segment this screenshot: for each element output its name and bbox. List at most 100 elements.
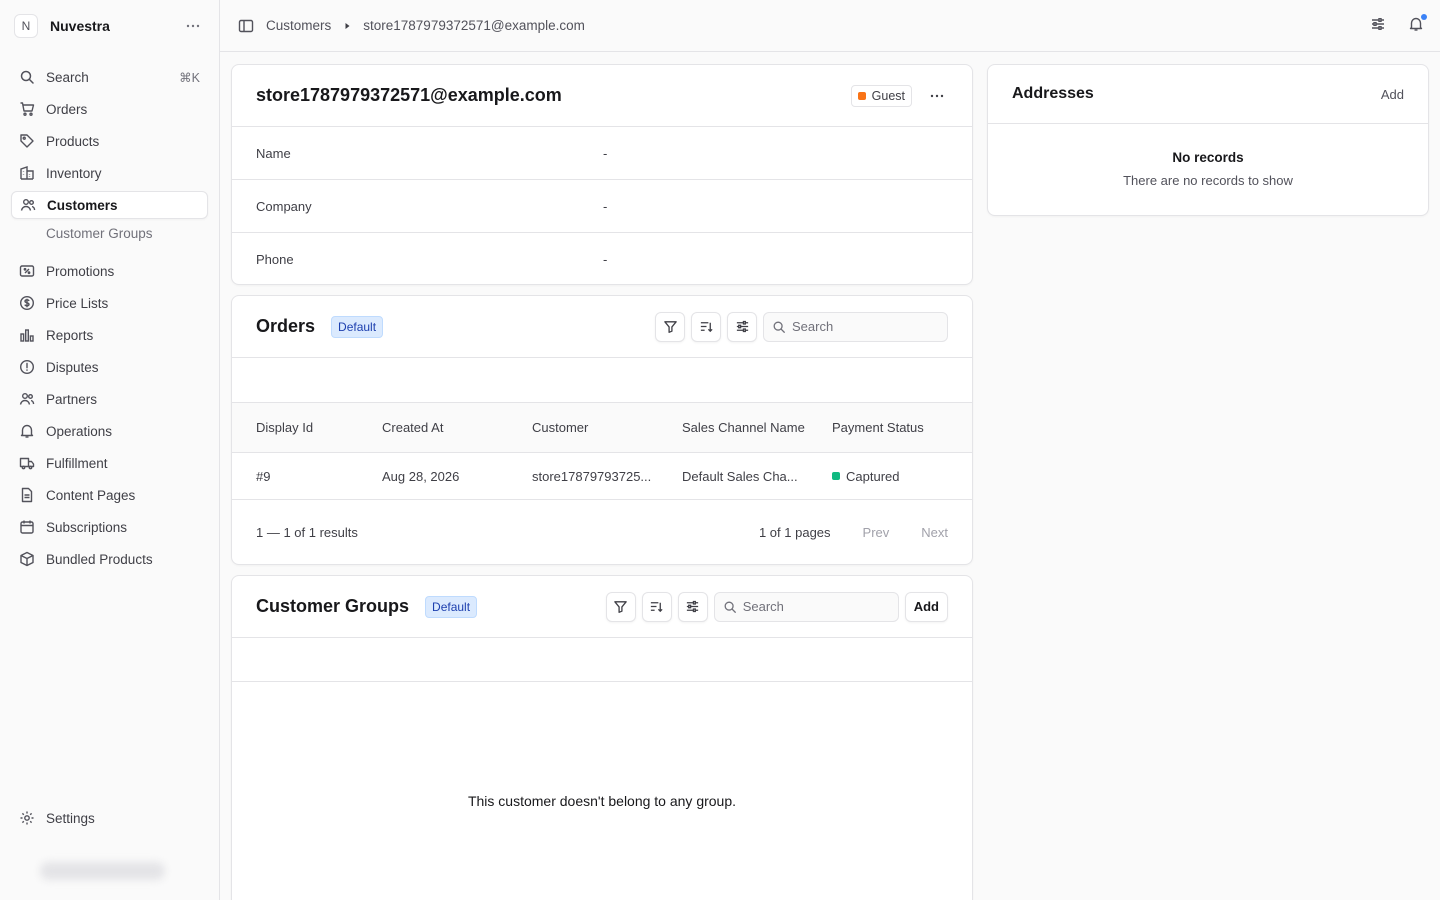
filter-bar [232, 357, 972, 402]
addresses-card: Addresses Add No records There are no re… [987, 64, 1429, 216]
payment-status-label: Captured [846, 468, 900, 484]
sidebar-item-partners[interactable]: Partners [11, 385, 208, 413]
sidebar-item-label: Orders [46, 101, 88, 117]
sidebar-item-label: Search [46, 69, 89, 85]
columns-button[interactable] [727, 311, 757, 342]
empty-text: There are no records to show [1123, 173, 1293, 188]
customer-groups-title: Customer Groups [256, 596, 410, 616]
orders-search [763, 311, 948, 342]
filter-button[interactable] [605, 591, 636, 622]
breadcrumb-current: store1787979372571@example.com [363, 18, 585, 33]
sidebar-item-bundled-products[interactable]: Bundled Products [11, 545, 208, 573]
sidebar-item-operations[interactable]: Operations [11, 417, 208, 445]
sidebar-item-price-lists[interactable]: Price Lists [11, 289, 208, 317]
search-icon [723, 600, 737, 614]
sidebar-item-settings[interactable]: Settings [11, 804, 209, 832]
addresses-title: Addresses [1012, 85, 1094, 102]
store-switcher[interactable]: N Nuvestra [0, 0, 219, 52]
notifications-bell-icon[interactable] [1408, 14, 1427, 32]
add-address-link[interactable]: Add [1381, 87, 1404, 102]
status-dot [857, 91, 866, 100]
orders-search-input[interactable] [792, 319, 932, 334]
sidebar-nav: Search ⌘K Orders Products Inventory Cust… [0, 52, 219, 573]
sidebar-item-orders[interactable]: Orders [11, 95, 208, 123]
add-group-button[interactable]: Add [904, 591, 948, 622]
prev-button[interactable]: Prev [863, 525, 890, 540]
sort-button[interactable] [691, 311, 721, 342]
field-value: - [603, 198, 608, 214]
cart-icon [19, 101, 35, 117]
sidebar-item-label: Promotions [46, 263, 115, 279]
column-header[interactable]: Customer [532, 420, 682, 435]
sidebar-item-products[interactable]: Products [11, 127, 208, 155]
sidebar-item-label: Price Lists [46, 295, 109, 311]
bell-icon [19, 423, 35, 439]
sidebar-item-label: Subscriptions [46, 519, 128, 535]
pagination: 1 — 1 of 1 results 1 of 1 pages Prev Nex… [232, 500, 972, 564]
topbar: Customers store1787979372571@example.com [220, 0, 1440, 52]
user-menu[interactable] [40, 862, 165, 880]
orders-card: Orders Default Display Id Created At Cus… [231, 295, 973, 565]
sidebar-item-label: Reports [46, 327, 94, 343]
sidebar-item-fulfillment[interactable]: Fulfillment [11, 449, 208, 477]
created-at-cell: Aug 28, 2026 [382, 468, 460, 484]
search-shortcut: ⌘K [179, 70, 200, 85]
sidebar-item-label: Inventory [46, 165, 102, 181]
customer-field-name: Name - [232, 126, 972, 179]
sidebar-item-reports[interactable]: Reports [11, 321, 208, 349]
columns-button[interactable] [677, 591, 708, 622]
sidebar-item-content-pages[interactable]: Content Pages [11, 481, 208, 509]
sidebar-item-customers[interactable]: Customers [11, 191, 208, 219]
customer-field-company: Company - [232, 179, 972, 232]
sliders-icon[interactable] [1370, 16, 1386, 32]
filter-icon [663, 319, 678, 334]
status-badge-label: Guest [871, 88, 905, 103]
view-badge[interactable]: Default [331, 315, 384, 338]
customer-field-phone: Phone - [232, 232, 972, 284]
results-count: 1 — 1 of 1 results [256, 524, 358, 540]
cube-icon [19, 551, 35, 567]
sidebar-item-search[interactable]: Search ⌘K [11, 63, 208, 91]
sidebar-item-label: Content Pages [46, 487, 136, 503]
field-value: - [603, 145, 608, 161]
more-horizontal-icon[interactable] [181, 14, 205, 38]
sidebar-item-label: Settings [46, 810, 95, 826]
sort-icon [649, 599, 664, 614]
sidebar-item-disputes[interactable]: Disputes [11, 353, 208, 381]
customer-groups-search-input[interactable] [742, 599, 883, 614]
customer-groups-card: Customer Groups Default Add This custome… [231, 575, 973, 900]
building-icon [19, 165, 35, 181]
filter-bar [232, 637, 972, 682]
sort-icon [699, 319, 714, 334]
more-horizontal-icon[interactable] [926, 85, 948, 107]
empty-state: This customer doesn't belong to any grou… [467, 793, 737, 809]
column-header[interactable]: Display Id [256, 420, 382, 435]
column-header[interactable]: Created At [382, 420, 532, 435]
view-badge[interactable]: Default [425, 595, 478, 618]
status-badge: Guest [850, 84, 912, 107]
sidebar-item-label: Bundled Products [46, 551, 153, 567]
sidebar-item-promotions[interactable]: Promotions [11, 257, 208, 285]
customer-email: store1787979372571@example.com [256, 85, 562, 105]
filter-button[interactable] [655, 311, 685, 342]
currency-dollar-icon [19, 295, 35, 311]
sidebar-toggle-icon[interactable] [238, 18, 254, 34]
column-header[interactable]: Sales Channel Name [682, 420, 832, 435]
store-avatar: N [14, 14, 38, 38]
breadcrumb-customers[interactable]: Customers [266, 18, 331, 33]
chevron-right-icon [343, 22, 351, 30]
users-icon [19, 391, 35, 407]
column-header[interactable]: Payment Status [832, 420, 962, 435]
truck-icon [19, 455, 35, 471]
sidebar-item-customer-groups[interactable]: Customer Groups [11, 221, 208, 245]
sort-button[interactable] [641, 591, 672, 622]
bar-chart-icon [19, 327, 35, 343]
field-value: - [603, 251, 608, 267]
table-row[interactable]: #9 Aug 28, 2026 store17879793725... Defa… [232, 452, 972, 500]
next-button[interactable]: Next [921, 525, 948, 540]
sidebar-item-subscriptions[interactable]: Subscriptions [11, 513, 208, 541]
sidebar-item-label: Disputes [46, 359, 99, 375]
sidebar-item-label: Customers [47, 197, 118, 213]
sliders-icon [735, 319, 750, 334]
sidebar-item-inventory[interactable]: Inventory [11, 159, 208, 187]
